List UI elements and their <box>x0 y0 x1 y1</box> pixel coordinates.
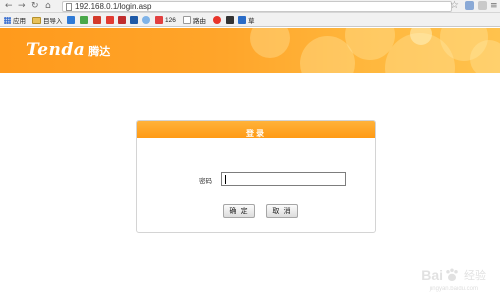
home-icon[interactable]: ⌂ <box>45 1 51 12</box>
blue-square-icon <box>238 16 246 24</box>
bookmark-item[interactable] <box>106 15 116 25</box>
bookmark-item[interactable] <box>142 15 152 25</box>
bookmark-apps[interactable]: 应用 <box>4 15 26 25</box>
text-cursor <box>225 175 226 184</box>
bookmark-126[interactable]: 126 <box>155 15 176 25</box>
extension-icon[interactable] <box>465 1 474 10</box>
bookmark-item[interactable] <box>93 15 103 25</box>
126-mail-icon <box>155 16 163 24</box>
green-grid-icon <box>80 16 88 24</box>
apps-grid-icon <box>4 16 11 24</box>
forward-icon[interactable]: → <box>18 1 26 12</box>
dark-square-icon <box>226 16 234 24</box>
reload-icon[interactable]: ↻ <box>31 1 39 12</box>
unicom-icon <box>93 16 101 24</box>
folder-icon <box>32 16 41 24</box>
bookmark-star-icon[interactable]: ☆ <box>450 0 459 11</box>
bookmark-imported[interactable]: 目导入 <box>32 15 63 25</box>
bookmark-item[interactable] <box>118 15 128 25</box>
url-text: 192.168.0.1/login.asp <box>75 2 152 11</box>
password-input[interactable] <box>221 172 346 186</box>
login-panel: 登录 密码 确 定 取 消 <box>136 120 376 233</box>
address-bar[interactable]: 192.168.0.1/login.asp <box>62 1 452 12</box>
weibo-icon <box>213 16 221 24</box>
watermark-url: jingyan.baidu.com <box>429 286 478 292</box>
bookmark-item[interactable] <box>130 15 140 25</box>
bookmarks-bar: 应用 目导入 126 路由 草 <box>0 13 500 27</box>
bookmark-item[interactable] <box>226 15 236 25</box>
header-banner: Tenda 腾达 <box>0 28 500 73</box>
page-icon <box>66 3 72 11</box>
baidu-watermark: Bai 经验 <box>421 267 486 283</box>
cancel-button[interactable]: 取 消 <box>266 204 298 218</box>
bookmark-item[interactable] <box>213 15 223 25</box>
paw-icon <box>446 268 458 281</box>
blue-globe-icon <box>67 16 75 24</box>
login-panel-header: 登录 <box>137 121 375 138</box>
bookmark-item[interactable] <box>80 15 90 25</box>
bookmark-item[interactable] <box>67 15 77 25</box>
extension-icon[interactable] <box>478 1 487 10</box>
browser-toolbar: ← → ↻ ⌂ 192.168.0.1/login.asp ☆ ≡ <box>0 0 500 13</box>
cloud-icon <box>142 16 150 24</box>
bookmark-item[interactable]: 草 <box>238 15 255 25</box>
login-title: 登录 <box>246 129 266 138</box>
decor-bubble <box>250 28 290 58</box>
password-label: 密码 <box>199 177 212 185</box>
red-bookmark-icon <box>118 16 126 24</box>
tenda-logo: Tenda 腾达 <box>26 40 111 60</box>
menu-icon[interactable]: ≡ <box>490 1 498 12</box>
decor-bubble <box>470 40 500 73</box>
confirm-button[interactable]: 确 定 <box>223 204 255 218</box>
back-icon[interactable]: ← <box>5 1 13 12</box>
red-tv-icon <box>106 16 114 24</box>
bookmark-router[interactable]: 路由 <box>183 15 206 25</box>
blue-square-icon <box>130 16 138 24</box>
page-icon <box>183 16 191 24</box>
